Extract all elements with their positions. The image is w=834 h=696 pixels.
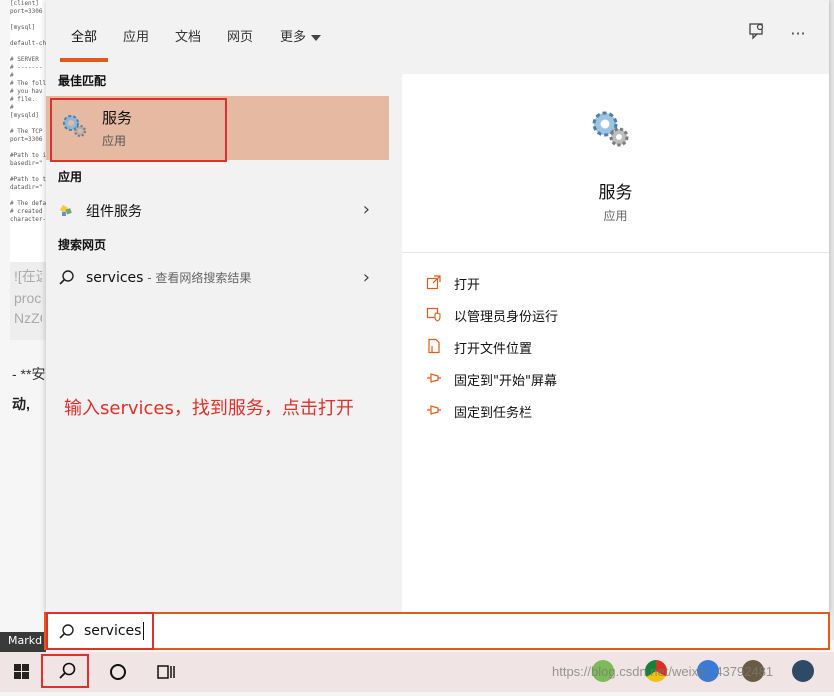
bg-doc-line bbox=[10, 48, 46, 56]
tab-documents[interactable]: 文档 bbox=[175, 26, 201, 45]
preview-subtitle: 应用 bbox=[603, 209, 628, 223]
watermark-text: https://blog.csdn.net/weixin_43792481 bbox=[552, 664, 774, 679]
bg-doc-line bbox=[10, 16, 46, 24]
bg-doc-line: # The TCP bbox=[10, 128, 43, 135]
pin-icon bbox=[427, 405, 441, 415]
cortana-circle-icon bbox=[110, 664, 126, 680]
action-label: 固定到"开始"屏幕 bbox=[454, 374, 557, 389]
tab-all[interactable]: 全部 bbox=[71, 26, 97, 45]
bg-doc-line: # The defa bbox=[10, 200, 46, 207]
action-run-as-admin[interactable]: 以管理员身份运行 bbox=[426, 302, 806, 328]
bg-doc-line: [mysql] bbox=[10, 24, 36, 31]
preview-header: 服务 应用 bbox=[402, 74, 829, 253]
bg-doc-line: # The foll bbox=[10, 80, 46, 87]
action-label: 打开 bbox=[454, 278, 481, 293]
action-pin-to-taskbar[interactable]: 固定到任务栏 bbox=[426, 398, 806, 424]
editor-status-label: Markd bbox=[0, 632, 46, 652]
search-icon bbox=[59, 270, 74, 285]
bg-doc-line: [client] bbox=[10, 0, 39, 7]
bg-doc-line: # created bbox=[10, 208, 43, 215]
best-match-heading: 最佳匹配 bbox=[58, 74, 107, 88]
results-pane: 最佳匹配 服务 应用 应用 组件服务 › 搜索网页 services - 查看网… bbox=[46, 64, 390, 612]
bg-doc-line: [mysqld] bbox=[10, 112, 39, 119]
search-input[interactable] bbox=[84, 620, 784, 642]
cortana-button[interactable] bbox=[96, 652, 140, 692]
start-button[interactable] bbox=[0, 652, 44, 692]
task-view-icon bbox=[157, 665, 175, 679]
action-pin-to-start[interactable]: 固定到"开始"屏幕 bbox=[426, 366, 806, 392]
bg-doc-line: port=3306 bbox=[10, 136, 43, 143]
bg-doc-line: # bbox=[10, 72, 14, 79]
feedback-icon[interactable] bbox=[745, 22, 769, 46]
action-label: 以管理员身份运行 bbox=[454, 310, 559, 325]
search-icon bbox=[59, 662, 76, 679]
action-label: 固定到任务栏 bbox=[454, 406, 533, 421]
file-location-icon bbox=[428, 338, 440, 354]
app-result-label: 组件服务 bbox=[86, 204, 142, 220]
action-open[interactable]: 打开 bbox=[426, 270, 806, 296]
open-icon bbox=[426, 275, 441, 290]
bg-doc-line: # ------- bbox=[10, 64, 43, 71]
chevron-down-icon bbox=[311, 34, 322, 41]
instruction-annotation: 输入services，找到服务，点击打开 bbox=[64, 398, 354, 419]
tab-web[interactable]: 网页 bbox=[227, 26, 253, 45]
bg-doc-line bbox=[10, 192, 46, 200]
bg-gray-line: ![在这 bbox=[14, 268, 42, 284]
component-services-icon bbox=[59, 204, 72, 216]
app-icon[interactable] bbox=[792, 660, 814, 682]
web-search-heading: 搜索网页 bbox=[58, 238, 107, 252]
bg-doc-line: #Path to i bbox=[10, 152, 46, 159]
bg-doc-line bbox=[10, 144, 46, 152]
background-text: - **安 bbox=[12, 366, 46, 382]
action-open-file-location[interactable]: 打开文件位置 bbox=[426, 334, 806, 360]
preview-title: 服务 bbox=[598, 183, 633, 203]
search-tabs: 全部 应用 文档 网页 更多 ··· bbox=[46, 0, 829, 64]
chevron-right-icon[interactable]: › bbox=[363, 267, 370, 288]
bg-doc-line bbox=[10, 168, 46, 176]
more-options-icon[interactable]: ··· bbox=[786, 22, 810, 46]
chevron-right-icon[interactable]: › bbox=[363, 199, 370, 220]
bg-doc-line: datadir=" bbox=[10, 184, 43, 191]
background-text: 动, bbox=[12, 396, 30, 412]
windows-logo-icon bbox=[14, 664, 29, 679]
active-tab-indicator bbox=[60, 58, 108, 62]
pin-icon bbox=[427, 373, 441, 383]
bg-doc-line: # file. bbox=[10, 96, 36, 103]
text-caret bbox=[143, 622, 144, 640]
bg-doc-line: #Path to t bbox=[10, 176, 46, 183]
annotation-highlight-box bbox=[50, 98, 227, 162]
services-gear-icon bbox=[592, 111, 629, 147]
bg-doc-line: # SERVER bbox=[10, 56, 39, 63]
bg-gray-line: NzZC bbox=[14, 310, 42, 326]
background-image-link: ![在这 proc NzZC bbox=[10, 262, 46, 340]
tab-apps[interactable]: 应用 bbox=[123, 26, 149, 45]
web-search-label: services - 查看网络搜索结果 bbox=[86, 270, 252, 286]
action-label: 打开文件位置 bbox=[454, 342, 533, 357]
web-search-result[interactable]: services - 查看网络搜索结果 › bbox=[46, 261, 390, 295]
taskbar-search-button[interactable] bbox=[44, 652, 88, 692]
search-flyout: 全部 应用 文档 网页 更多 ··· 最佳匹配 服务 应用 应用 组件服务 › … bbox=[46, 0, 829, 612]
shield-icon bbox=[426, 307, 441, 322]
bg-doc-line: # bbox=[10, 104, 14, 111]
bg-doc-line bbox=[10, 120, 46, 128]
search-bar[interactable] bbox=[44, 612, 830, 650]
tab-more[interactable]: 更多 bbox=[280, 26, 322, 45]
app-result-component-services[interactable]: 组件服务 › bbox=[46, 193, 390, 227]
bg-gray-line: proc bbox=[14, 290, 42, 306]
bg-doc-line: basedir=" bbox=[10, 160, 43, 167]
search-icon bbox=[59, 624, 74, 639]
bg-doc-line bbox=[10, 32, 46, 40]
bg-doc-line: default-ch bbox=[10, 40, 46, 47]
preview-pane: 服务 应用 打开 以管理员身份运行 打开文件位置 固定到"开始"屏幕 固定到任务… bbox=[402, 74, 829, 612]
task-view-button[interactable] bbox=[144, 652, 188, 692]
bg-doc-line: character- bbox=[10, 216, 46, 223]
bg-doc-line: port=3306 bbox=[10, 8, 43, 15]
apps-heading: 应用 bbox=[58, 170, 83, 184]
bg-doc-line: # you hav bbox=[10, 88, 43, 95]
